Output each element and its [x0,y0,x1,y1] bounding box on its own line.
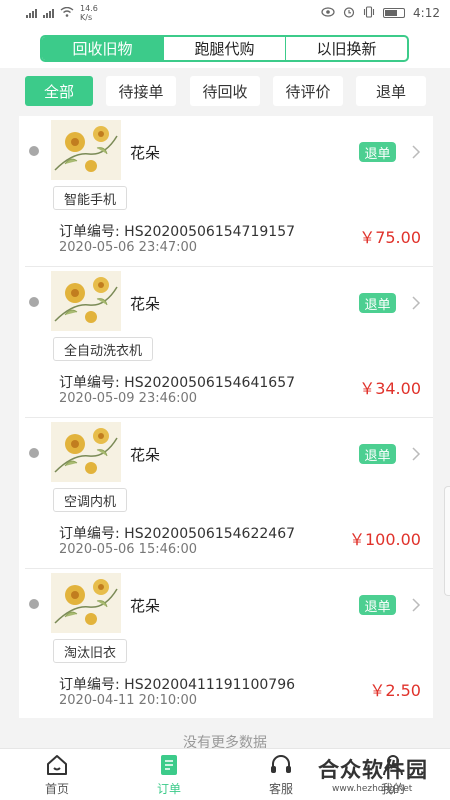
filter-all[interactable]: 全部 [25,76,93,106]
order-price: ￥2.50 [369,681,421,700]
status-dot [29,297,39,307]
service-switch: 回收旧物 跑腿代购 以旧换新 [40,35,409,62]
item-image [51,573,121,633]
network-speed: 14.6 K/s [80,4,98,22]
order-date: 2020-05-09 23:46:00 [59,391,198,406]
chevron-right-icon[interactable] [410,444,422,464]
headset-icon [271,755,291,773]
wifi-icon [60,6,74,20]
watermark-text: 合众软件园 [318,758,428,782]
order-title: 花朵 [130,446,161,464]
tab-errand[interactable]: 跑腿代购 [164,37,286,60]
category-tag: 智能手机 [53,186,128,210]
filter-pending-accept[interactable]: 待接单 [106,76,176,106]
item-image [51,271,121,331]
header: 回收旧物 跑腿代购 以旧换新 [0,26,450,68]
filter-pending-review[interactable]: 待评价 [273,76,343,106]
status-dot [29,146,39,156]
orders-icon [161,755,177,775]
order-price: ￥75.00 [359,228,421,247]
tab-trade-in[interactable]: 以旧换新 [286,37,407,60]
alarm-icon [343,6,355,21]
status-bar: 14.6 K/s 4:12 [0,0,450,26]
order-card[interactable]: 花朵 退单 淘汰旧衣 订单编号: HS20200411191100796 202… [19,569,433,720]
status-badge: 退单 [359,293,396,313]
order-date: 2020-05-06 15:46:00 [59,542,198,557]
eye-icon [321,6,335,20]
nav-service-label: 客服 [268,782,293,796]
order-number: 订单编号: HS20200506154622467 [59,526,296,542]
battery-icon [383,8,406,18]
order-card[interactable]: 花朵 退单 全自动洗衣机 订单编号: HS20200506154641657 2… [19,267,433,418]
status-badge: 退单 [359,595,396,615]
home-icon [47,755,67,775]
order-filter-bar: 全部 待接单 待回收 待评价 退单 [0,68,450,114]
chevron-right-icon[interactable] [410,595,422,615]
status-dot [29,448,39,458]
order-title: 花朵 [130,295,161,313]
order-date: 2020-05-06 23:47:00 [59,240,198,255]
signal-icon-2 [43,8,54,18]
nav-home-label: 首页 [44,782,69,796]
filter-cancelled[interactable]: 退单 [356,76,426,106]
category-tag: 淘汰旧衣 [53,639,128,663]
order-title: 花朵 [130,144,161,162]
category-tag: 全自动洗衣机 [53,337,154,361]
order-number: 订单编号: HS20200411191100796 [59,677,296,693]
chevron-right-icon[interactable] [410,293,422,313]
order-title: 花朵 [130,597,161,615]
nav-orders[interactable]: 订单 [139,753,199,799]
status-time: 4:12 [413,6,440,20]
signal-icon [26,8,37,18]
order-card[interactable]: 花朵 退单 空调内机 订单编号: HS20200506154622467 202… [19,418,433,569]
category-tag: 空调内机 [53,488,128,512]
order-price: ￥34.00 [359,379,421,398]
order-date: 2020-04-11 20:10:00 [59,693,198,708]
filter-pending-recycle[interactable]: 待回收 [190,76,260,106]
order-number: 订单编号: HS20200506154719157 [59,224,296,240]
nav-home[interactable]: 首页 [27,753,87,799]
scrollbar[interactable] [444,486,450,596]
order-price: ￥100.00 [349,530,421,549]
item-image [51,422,121,482]
order-list: 花朵 退单 智能手机 订单编号: HS20200506154719157 202… [19,116,433,718]
watermark-url: www.hezhong.net [332,784,413,794]
chevron-right-icon[interactable] [410,142,422,162]
order-card[interactable]: 花朵 退单 智能手机 订单编号: HS20200506154719157 202… [19,116,433,267]
status-badge: 退单 [359,444,396,464]
status-dot [29,599,39,609]
order-number: 订单编号: HS20200506154641657 [59,375,296,391]
nav-service[interactable]: 客服 [251,753,311,799]
nav-orders-label: 订单 [156,782,181,796]
tab-recycle[interactable]: 回收旧物 [42,37,164,60]
status-badge: 退单 [359,142,396,162]
vibrate-icon [363,5,375,21]
watermark-logo: 合众软件园 www.hezhong.net [318,754,450,800]
item-image [51,120,121,180]
